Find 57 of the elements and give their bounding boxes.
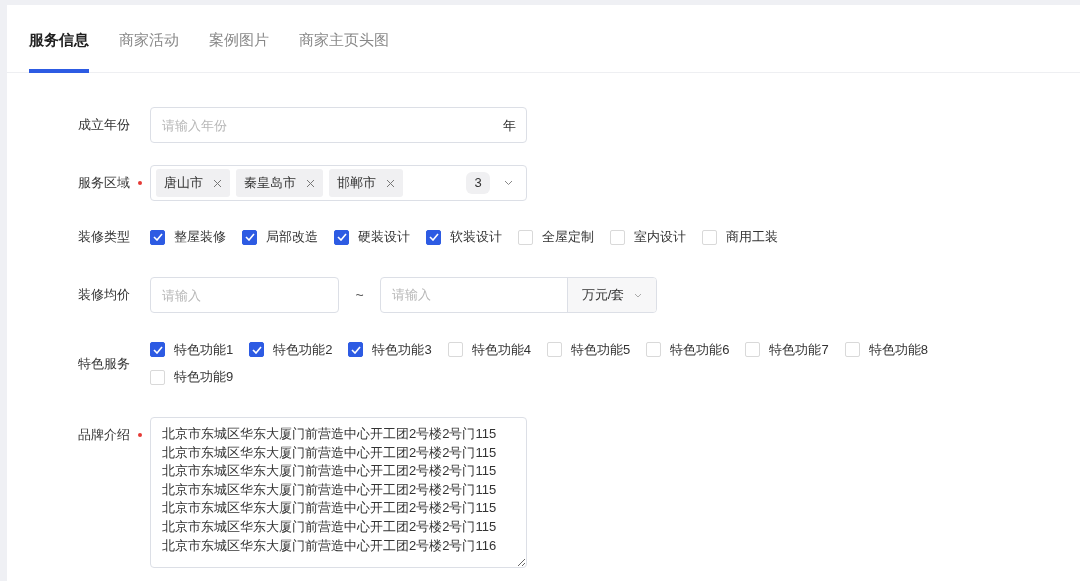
field-label: 装修类型 xyxy=(78,228,130,247)
unit-select[interactable]: 万元/套 xyxy=(567,278,656,312)
count-badge: 3 xyxy=(466,172,490,194)
check-icon xyxy=(350,345,361,354)
tab[interactable]: 服务信息 xyxy=(29,5,89,73)
tab[interactable]: 案例图片 xyxy=(209,5,269,73)
check-icon xyxy=(244,233,255,241)
range-separator: ~ xyxy=(354,285,365,305)
checkbox-label: 特色功能6 xyxy=(670,340,730,359)
checkbox-label: 局部改造 xyxy=(266,228,318,247)
checkbox-label: 特色功能8 xyxy=(868,340,928,359)
checkbox-label: 软装设计 xyxy=(450,228,502,247)
close-icon[interactable] xyxy=(213,178,222,188)
max-price-field[interactable]: 请输入 万元/套 xyxy=(380,277,657,313)
region-tag: 唐山市 xyxy=(156,169,230,197)
checkbox-label: 硬装设计 xyxy=(358,228,410,247)
checkbox-label: 特色功能9 xyxy=(174,368,234,387)
close-icon[interactable] xyxy=(386,178,395,188)
checkbox-label: 特色功能7 xyxy=(769,340,829,359)
checkbox-label: 特色功能2 xyxy=(273,340,333,359)
checkbox[interactable] xyxy=(334,229,349,245)
checkbox[interactable] xyxy=(150,229,165,245)
check-icon xyxy=(152,345,163,354)
check-icon xyxy=(251,345,262,354)
field-label: 特色服务 xyxy=(78,355,130,374)
region-tag: 邯郸市 xyxy=(329,169,403,197)
checkbox-label: 整屋装修 xyxy=(174,228,226,247)
checkbox[interactable] xyxy=(348,342,364,357)
unit-suffix: 年 xyxy=(503,117,516,135)
checkbox-label: 特色功能1 xyxy=(174,340,234,359)
region-select[interactable]: 唐山市 秦皇岛市 邯郸市 3 xyxy=(150,165,527,201)
checkbox-label: 全屋定制 xyxy=(542,228,594,247)
region-tag: 秦皇岛市 xyxy=(236,169,323,197)
checkbox-label: 室内设计 xyxy=(634,228,686,247)
check-icon xyxy=(428,233,439,241)
field-label: 成立年份 xyxy=(78,116,130,135)
checkbox-label: 特色功能3 xyxy=(372,340,432,359)
chevron-down-icon xyxy=(504,180,513,186)
field-label: 服务区域 xyxy=(78,174,130,193)
field-label: 装修均价 xyxy=(78,286,130,305)
checkbox[interactable] xyxy=(242,229,257,245)
unit-select-value: 万元/套 xyxy=(581,286,625,305)
tab[interactable]: 商家主页头图 xyxy=(299,5,389,73)
close-icon[interactable] xyxy=(306,178,315,188)
check-icon xyxy=(336,233,347,241)
field-label: 品牌介绍 xyxy=(78,426,130,444)
checkbox[interactable] xyxy=(249,342,265,357)
brand-intro-textarea[interactable]: 北京市东城区华东大厦门前营造中心开工团2号楼2号门115 北京市东城区华东大厦门前营造中心开工团2号楼2号门115 北京市东城区华东大厦门前营造中心开工团2号楼2号门115 北京市东城区华东大厦门前营造中心开工团2号楼2号门115 北京市东城区华东大厦门前营造中心开工团2号楼2号门115 北京市东城区华东大厦门前营造中心开工团2号楼2号门115 北京市东城区华东大厦门前营造中心开工团2号楼2号门116 xyxy=(150,417,527,568)
checkbox-label: 特色功能4 xyxy=(471,340,531,359)
chevron-down-icon xyxy=(634,292,643,298)
min-price-field[interactable]: 请输入 xyxy=(150,277,339,313)
tab[interactable]: 商家活动 xyxy=(119,5,179,73)
checkbox-label: 特色功能5 xyxy=(570,340,631,359)
checkbox-label: 商用工装 xyxy=(726,228,778,247)
checkbox[interactable] xyxy=(150,342,165,357)
checkbox[interactable] xyxy=(426,229,441,245)
check-icon xyxy=(152,233,163,241)
